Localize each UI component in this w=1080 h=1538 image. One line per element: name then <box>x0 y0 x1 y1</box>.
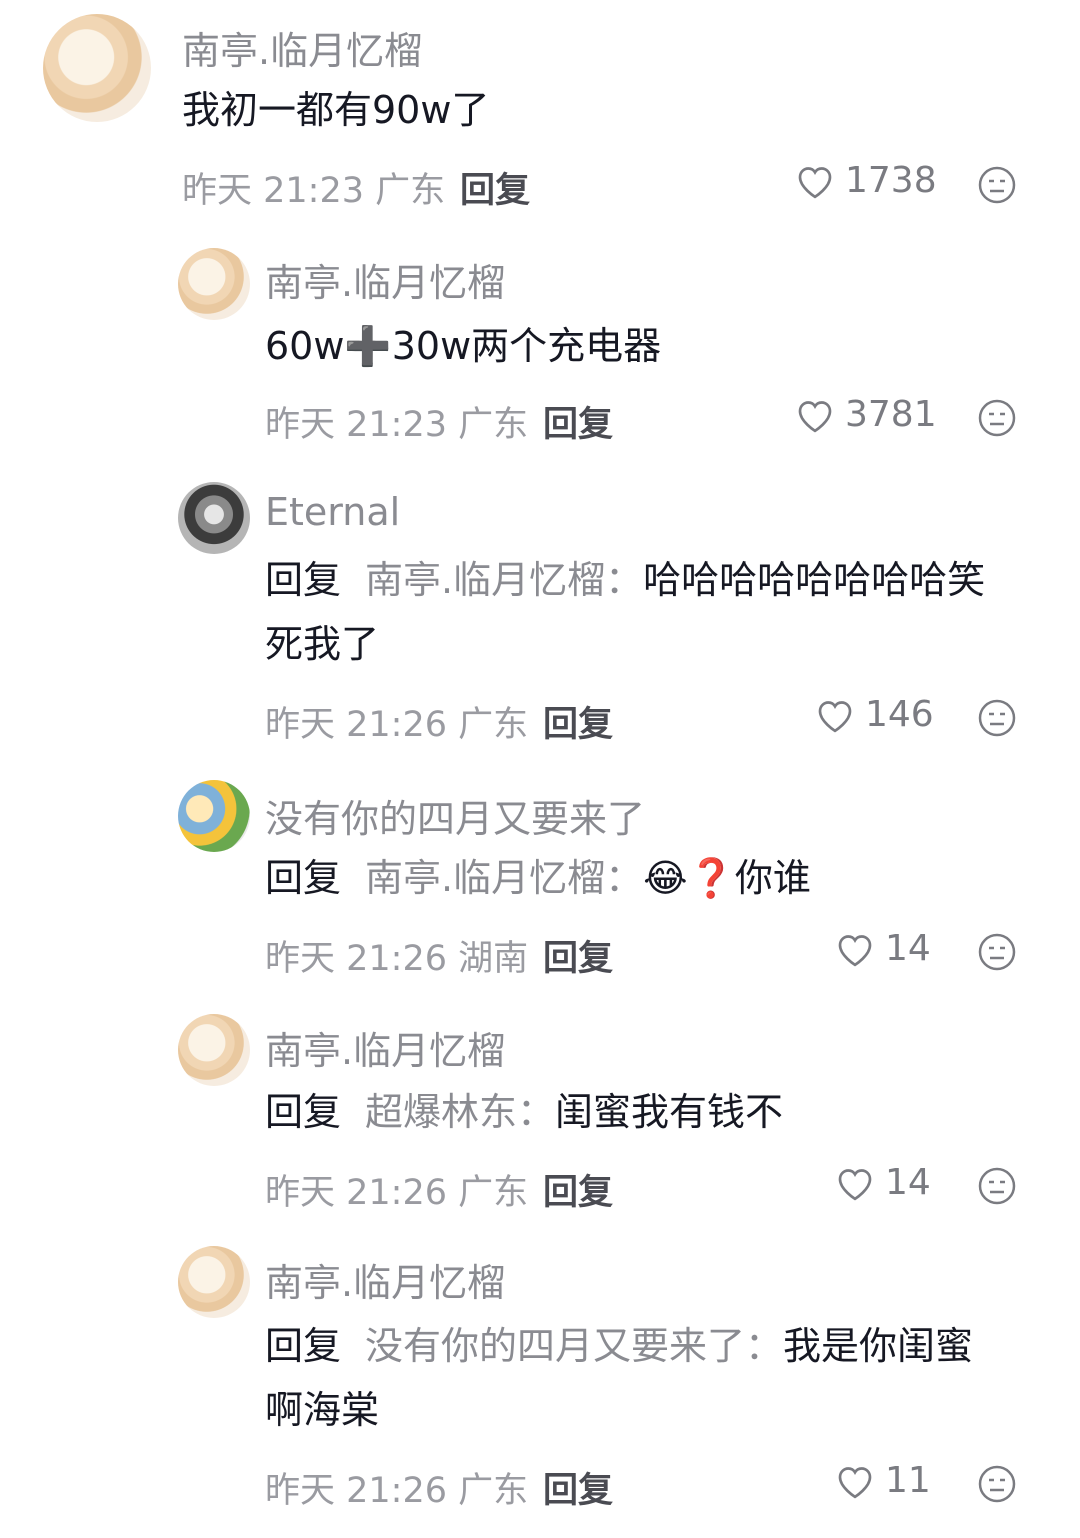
comment-text: 回复 超爆林东：闺蜜我有钱不 <box>265 1080 783 1144</box>
heart-outline-icon <box>838 1466 872 1498</box>
meh-face-icon[interactable] <box>977 698 1017 738</box>
reply-item: 南亭.临月忆榴 回复 超爆林东：闺蜜我有钱不 昨天 21:26 广东 回复 14 <box>0 1000 1080 1230</box>
reply-text-cont: 啊海棠 <box>265 1388 380 1432</box>
like-button[interactable]: 11 <box>835 1460 931 1501</box>
meh-face-icon[interactable] <box>977 398 1017 438</box>
avatar[interactable] <box>178 248 250 320</box>
reply-text: 闺蜜我有钱不 <box>555 1090 784 1134</box>
username[interactable]: 南亭.临月忆榴 <box>265 1252 505 1307</box>
username[interactable]: Eternal <box>265 490 400 534</box>
meh-face-icon[interactable] <box>977 165 1017 205</box>
heart-outline-icon <box>798 400 832 432</box>
meh-face-icon[interactable] <box>977 932 1017 972</box>
comment-text: 我初一都有90w了 <box>182 88 490 132</box>
heart-outline-icon <box>838 1168 872 1200</box>
meh-face-icon[interactable] <box>977 1166 1017 1206</box>
like-button[interactable]: 14 <box>835 928 931 969</box>
reply-item: 南亭.临月忆榴 60w➕30w两个充电器 昨天 21:23 广东 回复 3781 <box>0 230 1080 460</box>
comment-meta: 昨天 21:23 广东 <box>265 405 529 445</box>
reply-item: Eternal 回复 南亭.临月忆榴：哈哈哈哈哈哈哈哈笑 死我了 昨天 21:26… <box>0 460 1080 760</box>
comment-meta: 昨天 21:23 广东 <box>182 171 446 211</box>
reply-target-user[interactable]: 没有你的四月又要来了： <box>365 1324 783 1368</box>
comment-text: 回复 南亭.临月忆榴：😂❓你谁 <box>265 846 811 910</box>
username[interactable]: 南亭.临月忆榴 <box>265 252 505 307</box>
like-button[interactable]: 3781 <box>795 394 937 435</box>
meh-face-icon[interactable] <box>977 1464 1017 1504</box>
like-count: 1738 <box>845 160 937 201</box>
comment-item: 南亭.临月忆榴 我初一都有90w了 昨天 21:23 广东 回复 1738 <box>0 0 1080 230</box>
reply-button[interactable]: 回复 <box>543 930 613 981</box>
reply-text: 我是你闺蜜 <box>783 1324 974 1368</box>
reply-button[interactable]: 回复 <box>543 1462 613 1513</box>
reply-target-user[interactable]: 南亭.临月忆榴： <box>365 856 643 900</box>
reply-prefix: 回复 <box>265 1324 342 1368</box>
username[interactable]: 没有你的四月又要来了 <box>265 788 645 843</box>
reply-text: 哈哈哈哈哈哈哈哈笑 <box>643 558 986 602</box>
like-count: 3781 <box>845 394 937 435</box>
like-button[interactable]: 146 <box>815 694 934 735</box>
reply-prefix: 回复 <box>265 856 342 900</box>
heart-outline-icon <box>798 166 832 198</box>
heart-outline-icon <box>818 700 852 732</box>
reply-item: 没有你的四月又要来了 回复 南亭.临月忆榴：😂❓你谁 昨天 21:26 湖南 回复… <box>0 760 1080 1000</box>
avatar[interactable] <box>43 14 151 122</box>
reply-button[interactable]: 回复 <box>460 162 530 213</box>
reply-button[interactable]: 回复 <box>543 396 613 447</box>
reply-item: 南亭.临月忆榴 回复 没有你的四月又要来了：我是你闺蜜 啊海棠 昨天 21:26 … <box>0 1230 1080 1538</box>
comment-meta: 昨天 21:26 广东 <box>265 1173 529 1213</box>
comment-text: 回复 南亭.临月忆榴：哈哈哈哈哈哈哈哈笑 死我了 <box>265 548 1035 676</box>
avatar[interactable] <box>178 1014 250 1086</box>
like-button[interactable]: 1738 <box>795 160 937 201</box>
reply-prefix: 回复 <box>265 558 342 602</box>
reply-target-user[interactable]: 南亭.临月忆榴： <box>365 558 643 602</box>
avatar[interactable] <box>178 780 250 852</box>
reply-target-user[interactable]: 超爆林东： <box>365 1090 555 1134</box>
reply-text: 😂❓你谁 <box>643 856 811 900</box>
like-count: 146 <box>865 694 934 735</box>
like-count: 14 <box>885 1162 931 1203</box>
like-button[interactable]: 14 <box>835 1162 931 1203</box>
username[interactable]: 南亭.临月忆榴 <box>265 1020 505 1075</box>
comment-meta: 昨天 21:26 广东 <box>265 705 529 745</box>
username[interactable]: 南亭.临月忆榴 <box>182 20 422 75</box>
like-count: 11 <box>885 1460 931 1501</box>
reply-button[interactable]: 回复 <box>543 1164 613 1215</box>
reply-text-cont: 死我了 <box>265 622 380 666</box>
reply-button[interactable]: 回复 <box>543 696 613 747</box>
heart-outline-icon <box>838 934 872 966</box>
avatar[interactable] <box>178 1246 250 1318</box>
comment-text: 60w➕30w两个充电器 <box>265 324 662 368</box>
like-count: 14 <box>885 928 931 969</box>
reply-prefix: 回复 <box>265 1090 342 1134</box>
comment-text: 回复 没有你的四月又要来了：我是你闺蜜 啊海棠 <box>265 1314 1035 1442</box>
comment-meta: 昨天 21:26 广东 <box>265 1471 529 1511</box>
avatar[interactable] <box>178 482 250 554</box>
comment-meta: 昨天 21:26 湖南 <box>265 939 529 979</box>
